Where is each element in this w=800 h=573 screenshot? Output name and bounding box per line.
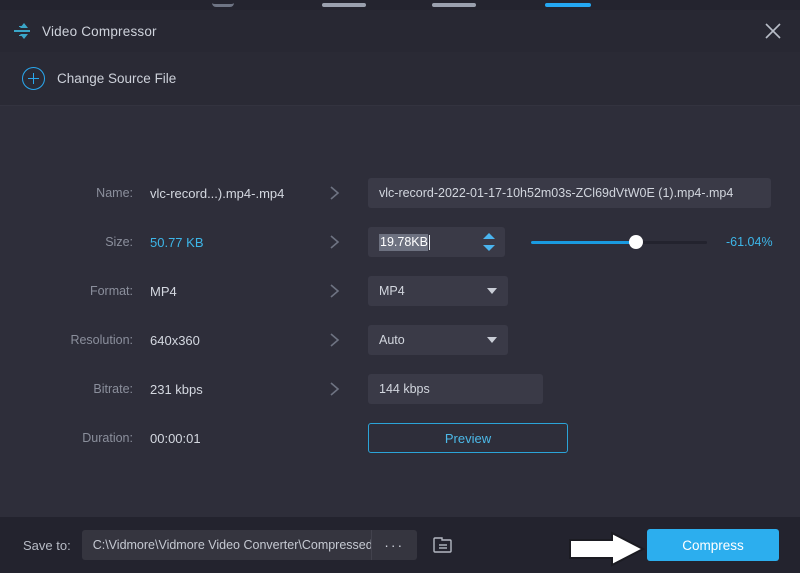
compression-settings-form: Name: vlc-record...).mp4-.mp4 vlc-record…	[0, 106, 800, 517]
format-label: Format:	[0, 284, 137, 298]
window-title: Video Compressor	[42, 24, 157, 39]
row-duration: Duration: 00:00:01 Preview	[0, 423, 800, 453]
resolution-select[interactable]: Auto	[368, 325, 508, 355]
format-select-value: MP4	[379, 284, 405, 298]
text-caret	[429, 235, 430, 250]
row-size: Size: 50.77 KB 19.78KB -61.04%	[0, 227, 800, 257]
resolution-original-value: 640x360	[150, 333, 325, 348]
slider-fill	[531, 241, 635, 244]
parent-tab-2[interactable]	[322, 3, 366, 7]
format-original-value: MP4	[150, 284, 325, 299]
chevron-down-icon	[487, 288, 497, 294]
close-icon[interactable]	[760, 18, 786, 44]
row-resolution: Resolution: 640x360 Auto	[0, 325, 800, 355]
parent-tab-1[interactable]	[212, 3, 234, 7]
name-original-value: vlc-record...).mp4-.mp4	[150, 186, 325, 201]
name-label: Name:	[0, 186, 137, 200]
save-to-label: Save to:	[23, 538, 71, 553]
save-path-control[interactable]: C:\Vidmore\Vidmore Video Converter\Compr…	[82, 530, 417, 560]
compress-icon	[13, 22, 31, 40]
bitrate-label: Bitrate:	[0, 382, 137, 396]
plus-circle-icon	[22, 67, 45, 90]
size-input-value: 19.78KB	[379, 234, 428, 251]
compress-button[interactable]: Compress	[647, 529, 779, 561]
size-label: Size:	[0, 235, 137, 249]
save-path-value[interactable]: C:\Vidmore\Vidmore Video Converter\Compr…	[82, 538, 371, 552]
change-source-file-label: Change Source File	[57, 71, 176, 86]
compression-percent: -61.04%	[726, 235, 773, 249]
compression-slider[interactable]	[531, 230, 707, 254]
bitrate-input[interactable]: 144 kbps	[368, 374, 543, 404]
parent-tab-4-active[interactable]	[545, 3, 591, 7]
bitrate-original-value: 231 kbps	[150, 382, 325, 397]
titlebar: Video Compressor	[0, 10, 800, 52]
chevron-right-icon	[325, 380, 345, 398]
slider-handle[interactable]	[629, 235, 643, 249]
change-source-file-row[interactable]: Change Source File	[0, 52, 800, 106]
size-stepper-input[interactable]: 19.78KB	[368, 227, 505, 257]
resolution-label: Resolution:	[0, 333, 137, 347]
open-folder-icon[interactable]	[430, 534, 456, 556]
name-input[interactable]: vlc-record-2022-01-17-10h52m03s-ZCl69dVt…	[368, 178, 771, 208]
duration-value: 00:00:01	[150, 431, 325, 446]
chevron-right-icon	[325, 184, 345, 202]
chevron-down-icon	[487, 337, 497, 343]
preview-button[interactable]: Preview	[368, 423, 568, 453]
chevron-right-icon	[325, 233, 345, 251]
resolution-select-value: Auto	[379, 333, 405, 347]
parent-window-tab-strip	[0, 0, 800, 10]
size-original-value: 50.77 KB	[150, 235, 325, 250]
parent-tab-3[interactable]	[432, 3, 476, 7]
spinner-arrows-icon[interactable]	[483, 231, 496, 253]
duration-label: Duration:	[0, 431, 137, 445]
row-format: Format: MP4 MP4	[0, 276, 800, 306]
browse-button[interactable]: ···	[371, 530, 417, 560]
footer-bar: Save to: C:\Vidmore\Vidmore Video Conver…	[0, 517, 800, 573]
chevron-right-icon	[325, 282, 345, 300]
chevron-right-icon	[325, 331, 345, 349]
format-select[interactable]: MP4	[368, 276, 508, 306]
row-bitrate: Bitrate: 231 kbps 144 kbps	[0, 374, 800, 404]
row-name: Name: vlc-record...).mp4-.mp4 vlc-record…	[0, 178, 800, 208]
